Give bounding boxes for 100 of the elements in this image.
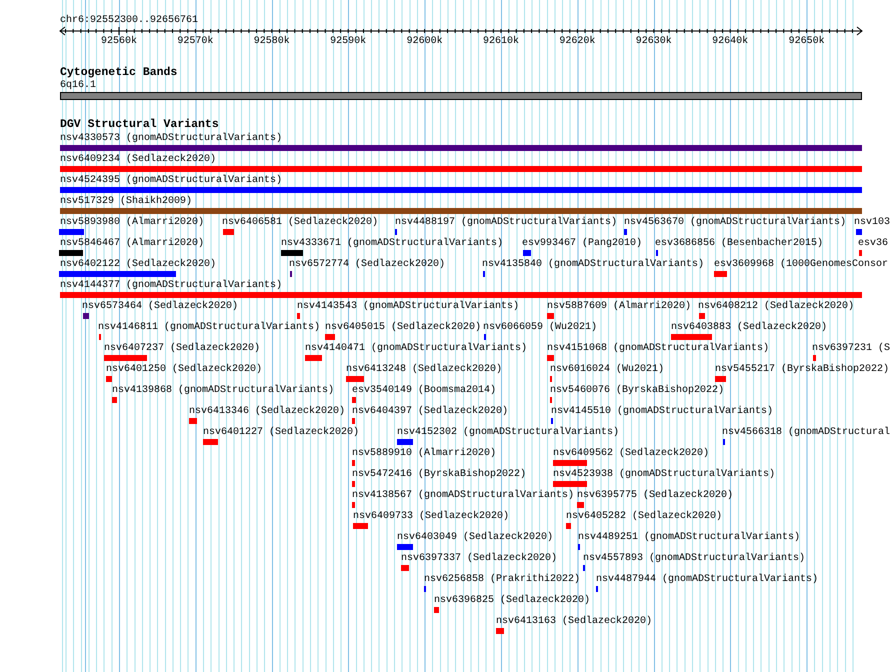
feature-bar[interactable]: [714, 271, 727, 277]
feature-bar[interactable]: [397, 439, 413, 445]
feature-label: nsv6395775 (Sedlazeck2020): [577, 490, 734, 501]
feature-bar[interactable]: [59, 250, 83, 256]
tick-label: 92600k: [406, 36, 443, 47]
feature-label: nsv5846467 (Almarri2020): [60, 238, 204, 249]
feature-label: nsv4135840 (gnomADStructuralVariants): [482, 259, 704, 270]
feature-label: nsv6066059 (Wu2021): [483, 322, 598, 333]
feature-bar[interactable]: [59, 271, 176, 277]
feature-label: nsv4524395 (gnomADStructuralVariants): [60, 175, 282, 186]
feature-bar[interactable]: [325, 334, 335, 340]
feature-label: nsv6405015 (Sedlazeck2020): [325, 322, 482, 333]
feature-bar[interactable]: [352, 397, 356, 403]
feature-label: nsv6406581 (Sedlazeck2020): [222, 217, 378, 228]
feature-bar[interactable]: [346, 376, 364, 382]
feature-bar[interactable]: [553, 481, 587, 487]
tick-label: 92650k: [788, 36, 825, 47]
feature-label: esv993467 (Pang2010): [522, 238, 642, 249]
feature-bar[interactable]: [352, 481, 355, 487]
feature-label: nsv5887609 (Almarri2020): [547, 301, 692, 312]
tick-label: 92570k: [177, 36, 214, 47]
feature-bar[interactable]: [60, 145, 862, 151]
feature-label: nsv6403883 (Sedlazeck2020): [671, 322, 828, 333]
feature-bar[interactable]: [60, 208, 862, 214]
feature-label: nsv517329 (Shaikh2009): [60, 196, 192, 207]
feature-label: nsv6397231 (S: [812, 343, 890, 354]
feature-bar[interactable]: [352, 502, 355, 508]
feature-label: nsv6409562 (Sedlazeck2020): [553, 448, 710, 459]
feature-label: nsv5455217 (ByrskaBishop2022): [715, 364, 890, 375]
feature-label: nsv4333671 (gnomADStructuralVariants): [281, 238, 504, 249]
feature-label: nsv6413163 (Sedlazeck2020): [496, 616, 652, 627]
feature-bar[interactable]: [104, 355, 147, 361]
track-title: DGV Structural Variants: [60, 119, 219, 131]
feature-label: nsv6256858 (Prakrithi2022): [424, 574, 580, 585]
feature-label: nsv5889910 (Almarri2020): [352, 448, 496, 459]
feature-bar[interactable]: [60, 187, 862, 193]
feature-bar[interactable]: [189, 418, 197, 424]
feature-label: nsv6396825 (Sedlazeck2020): [434, 595, 590, 606]
feature-label: nsv4151068 (gnomADStructuralVariants): [547, 343, 770, 354]
feature-label: nsv4138567 (gnomADStructuralVariants): [352, 490, 574, 501]
feature-label: nsv5460076 (ByrskaBishop2022): [550, 385, 724, 396]
feature-bar[interactable]: [60, 292, 862, 298]
cytoband-bar[interactable]: [60, 92, 862, 100]
feature-label: esv3540149 (Boomsma2014): [352, 385, 496, 396]
feature-bar[interactable]: [59, 229, 84, 235]
feature-label: nsv4143543 (gnomADStructuralVariants): [297, 301, 520, 312]
tick-label: 92580k: [254, 36, 290, 47]
feature-bar[interactable]: [547, 313, 554, 319]
track-title: Cytogenetic Bands: [60, 67, 178, 79]
feature-bar[interactable]: [496, 628, 504, 634]
feature-label: nsv6413248 (Sedlazeck2020): [346, 364, 502, 375]
feature-bar[interactable]: [106, 376, 112, 382]
feature-bar[interactable]: [297, 313, 300, 319]
feature-bar[interactable]: [83, 313, 89, 319]
feature-label: nsv4487944 (gnomADStructuralVariants): [596, 574, 818, 585]
feature-bar[interactable]: [203, 439, 218, 445]
feature-label: nsv5893980 (Almarri2020): [60, 217, 204, 228]
tick-label: 92620k: [559, 36, 596, 47]
feature-bar[interactable]: [856, 229, 862, 235]
feature-bar[interactable]: [813, 355, 816, 361]
feature-label: nsv4152302 (gnomADStructuralVariants): [397, 427, 620, 438]
feature-label: esv3609968 (1000GenomesConsor: [714, 259, 888, 270]
feature-bar[interactable]: [671, 334, 712, 340]
feature-label: nsv4488197 (gnomADStructuralVariants): [395, 217, 618, 228]
feature-label: nsv5472416 (ByrskaBishop2022): [352, 469, 526, 480]
feature-label: nsv4144377 (gnomADStructuralVariants): [60, 280, 282, 291]
feature-bar[interactable]: [859, 250, 862, 256]
feature-label: nsv6404397 (Sedlazeck2020): [352, 406, 508, 417]
feature-bar[interactable]: [352, 418, 355, 424]
feature-label: nsv6405282 (Sedlazeck2020): [566, 511, 722, 522]
feature-label: nsv6016024 (Wu2021): [550, 364, 664, 375]
feature-bar[interactable]: [577, 502, 584, 508]
feature-bar[interactable]: [553, 460, 587, 466]
feature-label: nsv4563670 (gnomADStructuralVariants): [624, 217, 846, 228]
feature-label: nsv4566318 (gnomADStructural: [722, 427, 890, 438]
feature-label: nsv4489251 (gnomADStructuralVariants): [578, 532, 800, 543]
feature-bar[interactable]: [60, 166, 862, 172]
feature-bar[interactable]: [397, 544, 413, 550]
feature-bar[interactable]: [699, 313, 705, 319]
feature-label: nsv6572774 (Sedlazeck2020): [289, 259, 446, 270]
feature-bar[interactable]: [547, 355, 554, 361]
feature-bar[interactable]: [523, 250, 531, 256]
feature-bar[interactable]: [112, 397, 117, 403]
feature-bar[interactable]: [281, 250, 303, 256]
feature-bar[interactable]: [401, 565, 409, 571]
feature-bar[interactable]: [624, 229, 627, 235]
band-label: 6q16.1: [60, 80, 96, 91]
feature-label: nsv6409733 (Sedlazeck2020): [353, 511, 510, 522]
feature-label: nsv4330573 (gnomADStructuralVariants): [60, 133, 282, 144]
feature-bar[interactable]: [434, 607, 439, 613]
feature-label: esv36: [858, 238, 888, 249]
feature-bar[interactable]: [566, 523, 571, 529]
feature-label: nsv6397337 (Sedlazeck2020): [401, 553, 558, 564]
feature-bar[interactable]: [715, 376, 726, 382]
feature-bar[interactable]: [353, 523, 368, 529]
feature-bar[interactable]: [305, 355, 322, 361]
feature-bar[interactable]: [352, 460, 355, 466]
feature-label: nsv6401250 (Sedlazeck2020): [106, 364, 262, 375]
feature-bar[interactable]: [223, 229, 234, 235]
tick-label: 92640k: [712, 36, 748, 47]
